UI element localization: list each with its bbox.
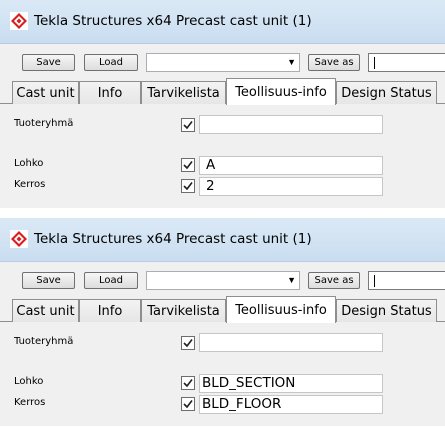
field-label-lohko: Lohko <box>14 158 44 169</box>
save-as-input[interactable] <box>368 271 445 290</box>
lohko-field[interactable]: A <box>199 156 383 175</box>
tab-cast-unit[interactable]: Cast unit <box>12 299 79 322</box>
window-title: Tekla Structures x64 Precast cast unit (… <box>34 13 312 29</box>
tab-tarvikelista[interactable]: Tarvikelista <box>141 81 226 104</box>
save-button[interactable]: Save <box>22 272 75 289</box>
toolbar: Save Load ▼ Save as <box>0 44 445 78</box>
chevron-down-icon: ▼ <box>287 57 296 67</box>
tab-info[interactable]: Info <box>79 299 141 322</box>
kerros-checkbox[interactable] <box>181 179 195 193</box>
tuoteryhma-checkbox[interactable] <box>181 336 195 350</box>
kerros-field[interactable]: BLD_FLOOR <box>199 395 383 414</box>
tekla-app-icon <box>10 12 28 30</box>
save-as-button[interactable]: Save as <box>308 54 360 71</box>
field-label-tuoteryhma: Tuoteryhmä <box>14 118 74 129</box>
lohko-checkbox[interactable] <box>181 158 195 172</box>
tuoteryhma-checkbox[interactable] <box>181 118 195 132</box>
tab-panel-teollisuus-info: Tuoteryhmä Lohko BLD_SECTION Kerros BLD_… <box>0 322 445 426</box>
checkmark-icon <box>183 400 193 409</box>
tab-strip: Cast unit Info Tarvikelista Teollisuus-i… <box>0 78 445 105</box>
lohko-checkbox[interactable] <box>181 376 195 390</box>
tab-design-status[interactable]: Design Status <box>336 81 437 104</box>
text-caret <box>374 275 375 287</box>
tuoteryhma-field[interactable] <box>199 333 383 352</box>
field-label-kerros: Kerros <box>14 397 46 408</box>
load-button[interactable]: Load <box>84 272 138 289</box>
save-as-input[interactable] <box>368 53 445 72</box>
tab-teollisuus-info[interactable]: Teollisuus-info <box>226 78 336 105</box>
kerros-checkbox[interactable] <box>181 397 195 411</box>
field-label-lohko: Lohko <box>14 376 44 387</box>
title-bar[interactable]: Tekla Structures x64 Precast cast unit (… <box>0 0 445 44</box>
attributes-combo[interactable]: ▼ <box>146 271 300 290</box>
checkmark-icon <box>183 161 193 170</box>
tekla-app-icon <box>10 230 28 248</box>
lohko-field[interactable]: BLD_SECTION <box>199 374 383 393</box>
load-button[interactable]: Load <box>84 54 138 71</box>
save-button[interactable]: Save <box>22 54 75 71</box>
chevron-down-icon: ▼ <box>287 275 296 285</box>
precast-cast-unit-dialog-2: Tekla Structures x64 Precast cast unit (… <box>0 218 445 426</box>
save-as-button[interactable]: Save as <box>308 272 360 289</box>
precast-cast-unit-dialog-1: Tekla Structures x64 Precast cast unit (… <box>0 0 445 208</box>
field-label-kerros: Kerros <box>14 179 46 190</box>
tab-panel-teollisuus-info: Tuoteryhmä Lohko A Kerros 2 <box>0 104 445 208</box>
checkmark-icon <box>183 182 193 191</box>
text-caret <box>374 57 375 69</box>
checkmark-icon <box>183 339 193 348</box>
checkmark-icon <box>183 379 193 388</box>
tab-teollisuus-info[interactable]: Teollisuus-info <box>226 296 336 323</box>
checkmark-icon <box>183 121 193 130</box>
title-bar[interactable]: Tekla Structures x64 Precast cast unit (… <box>0 218 445 262</box>
tuoteryhma-field[interactable] <box>199 115 383 134</box>
tab-info[interactable]: Info <box>79 81 141 104</box>
kerros-field[interactable]: 2 <box>199 177 383 196</box>
toolbar: Save Load ▼ Save as <box>0 262 445 296</box>
field-label-tuoteryhma: Tuoteryhmä <box>14 336 74 347</box>
tab-design-status[interactable]: Design Status <box>336 299 437 322</box>
tab-strip: Cast unit Info Tarvikelista Teollisuus-i… <box>0 296 445 323</box>
window-title: Tekla Structures x64 Precast cast unit (… <box>34 231 312 247</box>
tab-tarvikelista[interactable]: Tarvikelista <box>141 299 226 322</box>
tab-cast-unit[interactable]: Cast unit <box>12 81 79 104</box>
attributes-combo[interactable]: ▼ <box>146 53 300 72</box>
